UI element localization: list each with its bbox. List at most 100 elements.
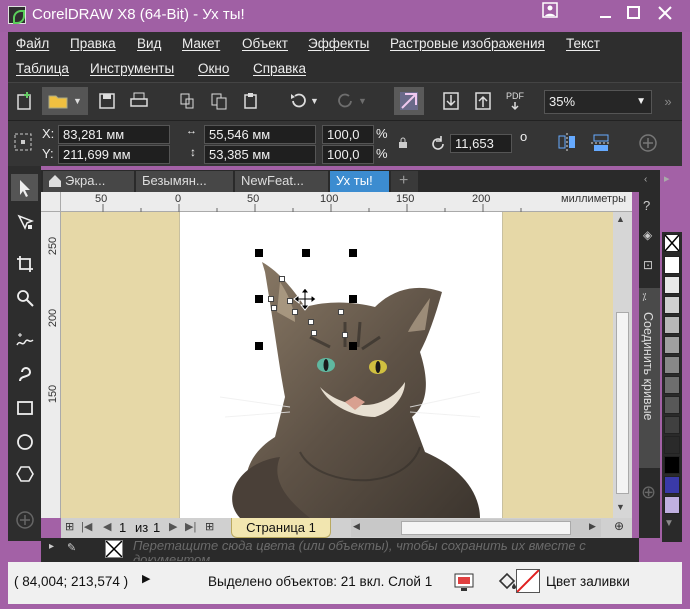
hints-icon[interactable]: ? <box>643 198 650 213</box>
status-menu-icon[interactable]: ▶ <box>142 572 150 585</box>
menu-object[interactable]: Объект <box>242 36 288 51</box>
color-swatch[interactable] <box>664 496 680 514</box>
import-icon[interactable] <box>436 87 466 115</box>
add-page-after-icon[interactable]: ⊞ <box>205 520 214 533</box>
save-icon[interactable] <box>92 87 122 115</box>
color-swatch[interactable] <box>664 336 680 354</box>
width-field[interactable]: 55,546 мм <box>204 125 316 144</box>
fill-color-swatch[interactable] <box>516 569 540 593</box>
ellipse-tool[interactable] <box>11 428 38 455</box>
menu-edit[interactable]: Правка <box>70 36 116 51</box>
color-proof-icon[interactable] <box>454 572 476 592</box>
selection-handle[interactable] <box>255 249 263 257</box>
prev-page-icon[interactable]: ◀ <box>103 520 111 533</box>
open-icon[interactable]: ▼ <box>42 87 88 115</box>
docker-tab-join-curves[interactable]: ⁒ Соединить кривые <box>639 288 660 468</box>
color-swatch[interactable] <box>664 356 680 374</box>
y-position-field[interactable]: 211,699 мм <box>58 145 170 164</box>
color-swatch[interactable] <box>664 396 680 414</box>
ruler-corner[interactable] <box>41 192 61 212</box>
tab-untitled[interactable]: Безымян... <box>136 171 234 192</box>
color-swatch[interactable] <box>664 456 680 474</box>
zoom-tool[interactable] <box>11 284 38 311</box>
document-page[interactable] <box>179 212 503 518</box>
menu-file[interactable]: Файл <box>16 36 49 51</box>
horizontal-scrollbar[interactable]: ◀ ▶ <box>351 519 601 537</box>
curve-node[interactable] <box>308 319 314 325</box>
crop-tool[interactable] <box>11 250 38 277</box>
scroll-right-icon[interactable]: ▶ <box>589 521 596 532</box>
curve-node[interactable] <box>271 305 277 311</box>
scroll-thumb-h[interactable] <box>401 521 571 535</box>
add-docker-icon[interactable]: ⊕ <box>641 482 656 503</box>
scroll-down-icon[interactable]: ▼ <box>616 502 625 512</box>
scale-x-field[interactable]: 100,0 <box>322 125 374 144</box>
add-icon[interactable] <box>638 133 658 153</box>
color-swatch[interactable] <box>664 316 680 334</box>
tab-active-document[interactable]: Ух ты! <box>330 171 390 192</box>
palette-scroll-down-icon[interactable]: ▼ <box>664 518 674 529</box>
first-page-icon[interactable]: |◀ <box>81 520 92 533</box>
menu-layout[interactable]: Макет <box>182 36 220 51</box>
no-color-swatch[interactable] <box>105 540 123 558</box>
shape-tool[interactable] <box>11 208 38 235</box>
rotation-angle-field[interactable]: 11,653 <box>450 134 512 153</box>
color-swatch[interactable] <box>664 476 680 494</box>
scroll-left-icon[interactable]: ◀ <box>353 521 360 532</box>
polygon-tool[interactable] <box>11 460 38 487</box>
curve-node[interactable] <box>311 330 317 336</box>
color-swatch[interactable] <box>664 376 680 394</box>
mirror-horizontal-icon[interactable] <box>556 132 578 154</box>
palette-menu-icon[interactable]: ▸ <box>49 541 54 552</box>
color-swatch[interactable] <box>664 256 680 274</box>
vertical-scrollbar[interactable]: ▲ ▼ <box>613 212 632 518</box>
curve-node[interactable] <box>342 332 348 338</box>
copy-icon[interactable] <box>204 87 234 115</box>
freehand-tool[interactable] <box>11 326 38 353</box>
selection-handle[interactable] <box>349 342 357 350</box>
next-page-icon[interactable]: ▶ <box>169 520 177 533</box>
menu-bitmaps[interactable]: Растровые изображения <box>390 36 545 51</box>
curve-node[interactable] <box>279 276 285 282</box>
paste-icon[interactable] <box>236 87 266 115</box>
tab-welcome[interactable]: Экра... <box>43 171 135 192</box>
curve-node[interactable] <box>338 309 344 315</box>
pick-tool[interactable] <box>11 174 38 201</box>
menu-tools[interactable]: Инструменты <box>90 61 174 76</box>
minimize-button[interactable] <box>594 4 618 26</box>
toolbox-add-button[interactable] <box>11 506 38 533</box>
curve-node[interactable] <box>268 296 274 302</box>
snap-to-icon[interactable] <box>394 87 424 115</box>
object-origin-icon[interactable] <box>14 133 32 151</box>
lock-ratio-icon[interactable] <box>398 137 408 149</box>
zoom-level-select[interactable]: 35% ▼ <box>544 90 652 114</box>
x-position-field[interactable]: 83,281 мм <box>58 125 170 144</box>
menu-effects[interactable]: Эффекты <box>308 36 369 51</box>
fill-docker-icon[interactable]: ◈ <box>643 228 652 242</box>
selection-handle[interactable] <box>255 295 263 303</box>
add-page-icon[interactable]: ⊞ <box>65 520 74 533</box>
zoom-navigator-icon[interactable]: ⊕ <box>614 519 624 533</box>
height-field[interactable]: 53,385 мм <box>204 145 316 164</box>
artistic-media-tool[interactable] <box>11 360 38 387</box>
chevron-up-icon[interactable]: ‹ <box>644 174 647 185</box>
selection-handle[interactable] <box>349 249 357 257</box>
menu-table[interactable]: Таблица <box>16 61 69 76</box>
print-icon[interactable] <box>124 87 154 115</box>
close-button[interactable] <box>653 4 677 26</box>
new-tab-button[interactable]: + <box>391 171 419 192</box>
menu-text[interactable]: Текст <box>566 36 600 51</box>
scroll-thumb[interactable] <box>616 312 629 494</box>
palette-collapse-icon[interactable]: ▸ <box>664 172 670 185</box>
color-swatch[interactable] <box>664 296 680 314</box>
menu-help[interactable]: Справка <box>253 61 306 76</box>
undo-icon[interactable]: ▼ <box>282 87 326 115</box>
menu-window[interactable]: Окно <box>198 61 229 76</box>
export-icon[interactable] <box>468 87 498 115</box>
color-swatch[interactable] <box>664 276 680 294</box>
new-document-icon[interactable] <box>10 87 40 115</box>
mirror-vertical-icon[interactable] <box>590 132 612 154</box>
scale-y-field[interactable]: 100,0 <box>322 145 374 164</box>
eyedropper-icon[interactable]: ✎ <box>67 541 76 554</box>
drawing-canvas[interactable] <box>61 212 613 518</box>
